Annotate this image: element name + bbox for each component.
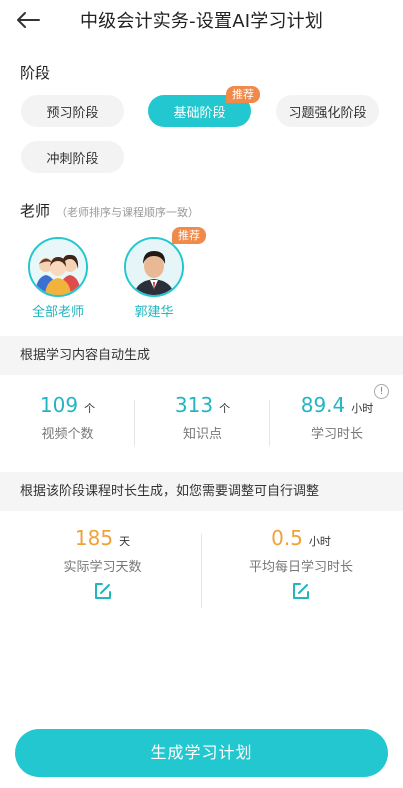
stat-knowledge-value: 313 [174, 393, 214, 417]
stat-days-label: 实际学习天数 [63, 560, 142, 575]
group-avatar-icon [30, 239, 86, 295]
teacher-sublabel: （老师排序与课程顺序一致） [56, 206, 200, 219]
stage-chip-preview[interactable]: 预习阶段 [21, 95, 124, 127]
divider [201, 534, 202, 608]
stat-knowledge-label: 知识点 [182, 427, 222, 442]
stat-daily-hours: 0.5 小时 平均每日学习时长 [226, 526, 376, 601]
stat-daily-hours-value: 0.5 [271, 526, 303, 550]
divider [134, 400, 135, 446]
stage-label: 阶段 [20, 64, 51, 82]
edit-icon[interactable] [93, 581, 113, 601]
stage-chip-sprint[interactable]: 冲刺阶段 [21, 141, 124, 173]
recommend-badge: 推荐 [226, 86, 260, 103]
avatar-all-teachers [28, 237, 88, 297]
stage-chip-practice[interactable]: 习题强化阶段 [276, 95, 379, 127]
edit-icon[interactable] [291, 581, 311, 601]
stat-hours-unit: 小时 [351, 402, 374, 415]
header: 中级会计实务-设置AI学习计划 [0, 0, 403, 40]
stat-hours-value: 89.4 [300, 393, 346, 417]
teacher-recommend-badge: 推荐 [172, 227, 206, 244]
stat-knowledge-unit: 个 [219, 402, 231, 415]
stat-days-unit: 天 [119, 535, 131, 548]
stat-daily-hours-label: 平均每日学习时长 [248, 560, 353, 575]
stat-videos: 109 个 视频个数 [20, 393, 115, 442]
teacher-name-all: 全部老师 [31, 305, 84, 320]
teacher-name-guo: 郭建华 [134, 305, 174, 320]
stat-days: 185 天 实际学习天数 [40, 526, 165, 601]
stat-hours: 89.4 小时 学习时长 [287, 393, 387, 442]
stat-days-value: 185 [74, 526, 114, 550]
stat-videos-label: 视频个数 [41, 427, 94, 442]
avatar-guo [124, 237, 184, 297]
divider [269, 400, 270, 446]
teacher-title: 老师 [20, 202, 51, 220]
teacher-guo[interactable]: 郭建华 [119, 237, 189, 320]
person-avatar-icon [126, 239, 182, 295]
teacher-all[interactable]: 全部老师 [23, 237, 93, 320]
stat-videos-unit: 个 [84, 402, 96, 415]
stat-daily-hours-unit: 小时 [308, 535, 331, 548]
stat-hours-label: 学习时长 [310, 427, 363, 442]
page-title: 中级会计实务-设置AI学习计划 [79, 11, 324, 32]
teacher-label: 老师 （老师排序与课程顺序一致） [20, 200, 199, 221]
stat-knowledge: 313 个 知识点 [155, 393, 250, 442]
auto-section-title: 根据学习内容自动生成 [0, 336, 403, 375]
stat-videos-value: 109 [39, 393, 79, 417]
duration-section-title: 根据该阶段课程时长生成，如您需要调整可自行调整 [0, 472, 403, 511]
generate-plan-button[interactable]: 生成学习计划 [15, 729, 388, 777]
